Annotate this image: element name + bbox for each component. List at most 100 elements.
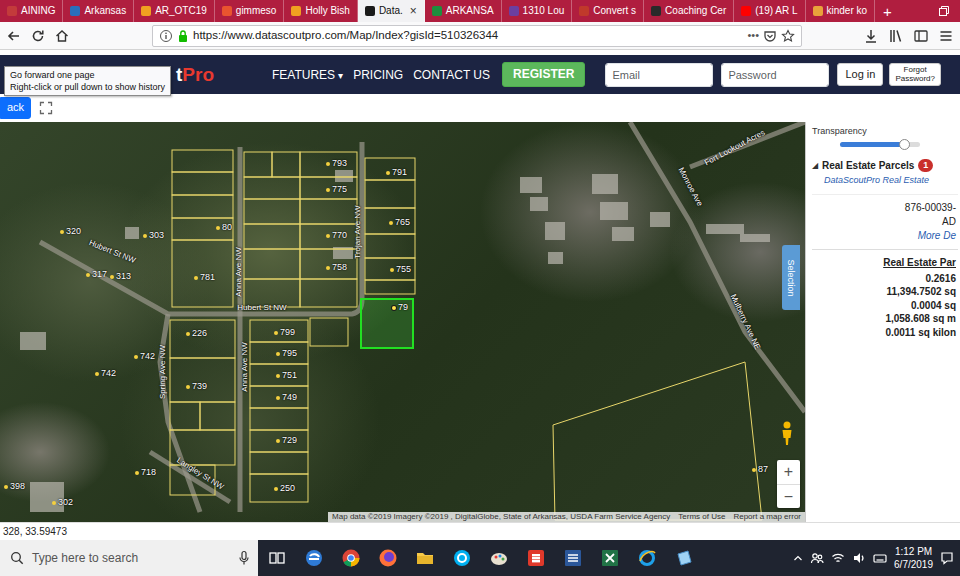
more-details-link[interactable]: More De xyxy=(812,229,956,243)
back-arrow-icon[interactable] xyxy=(6,28,22,44)
parcel-label[interactable]: 791 xyxy=(386,167,407,178)
parcel-label[interactable]: 226 xyxy=(186,328,207,339)
show-hidden-icons-icon[interactable] xyxy=(793,553,803,563)
parcel-label[interactable]: 758 xyxy=(326,262,347,273)
forgot-password-button[interactable]: ForgotPassword? xyxy=(889,63,941,87)
network-icon[interactable] xyxy=(831,551,845,565)
notes-app-icon[interactable] xyxy=(674,548,694,568)
layer-header[interactable]: ◢Real Estate Parcels1 xyxy=(812,159,958,172)
parcel-label[interactable]: 793 xyxy=(326,158,347,169)
sidebar-icon[interactable] xyxy=(913,28,929,44)
login-button[interactable]: Log in xyxy=(837,63,883,86)
parcel-label[interactable]: 303 xyxy=(143,230,164,241)
people-icon[interactable] xyxy=(810,551,824,565)
browser-tab[interactable]: Holly Bish xyxy=(284,0,357,22)
parcel-label[interactable]: 729 xyxy=(276,435,297,446)
word-icon[interactable] xyxy=(563,548,583,568)
browser-tab[interactable]: (19) AR L xyxy=(734,0,805,22)
browser-tab[interactable]: AINING xyxy=(0,0,63,22)
transparency-slider[interactable] xyxy=(840,142,920,147)
layer-source-link[interactable]: DataScoutPro Real Estate xyxy=(812,174,958,186)
selection-tab[interactable]: Selection xyxy=(782,245,800,310)
taskbar-app[interactable] xyxy=(591,540,628,576)
taskbar-app[interactable] xyxy=(295,540,332,576)
parcel-label[interactable]: 739 xyxy=(186,381,207,392)
taskbar-app[interactable] xyxy=(443,540,480,576)
red-app-icon[interactable] xyxy=(526,548,546,568)
fullscreen-icon[interactable] xyxy=(39,101,53,115)
taskbar-app[interactable] xyxy=(406,540,443,576)
file-explorer-icon[interactable] xyxy=(415,548,435,568)
browser-tab[interactable]: ARKANSA xyxy=(425,0,502,22)
browser-tab[interactable]: 1310 Lou xyxy=(502,0,573,22)
nav-link[interactable]: FEATURES▾ xyxy=(272,68,343,82)
parcel-label[interactable]: 87 xyxy=(752,464,768,475)
parcel-label[interactable]: 250 xyxy=(274,483,295,494)
browser-tab[interactable]: AR_OTC19 xyxy=(134,0,215,22)
parcel-label[interactable]: 80 xyxy=(216,222,232,233)
parcel-label[interactable]: 317 xyxy=(86,269,107,280)
register-button[interactable]: REGISTER xyxy=(502,62,585,88)
microphone-icon[interactable] xyxy=(238,550,250,566)
password-input[interactable] xyxy=(721,63,829,87)
download-icon[interactable] xyxy=(863,28,879,44)
zoom-in-button[interactable]: + xyxy=(777,460,800,484)
menu-icon[interactable] xyxy=(938,28,954,44)
taskbar-app[interactable] xyxy=(332,540,369,576)
paint-icon[interactable] xyxy=(489,548,509,568)
parcel-label[interactable]: 320 xyxy=(60,226,81,237)
skype-icon[interactable] xyxy=(452,548,472,568)
tab-close-button[interactable]: × xyxy=(410,5,417,17)
email-input[interactable] xyxy=(605,63,713,87)
parcel-label[interactable]: 398 xyxy=(4,481,25,492)
nav-link[interactable]: CONTACT US xyxy=(413,68,490,82)
restore-window-icon[interactable] xyxy=(938,5,950,17)
taskbar-app[interactable] xyxy=(628,540,665,576)
browser-tab[interactable]: Arkansas xyxy=(63,0,134,22)
parcel-label[interactable]: 313 xyxy=(110,271,131,282)
parcel-label[interactable]: 770 xyxy=(326,230,347,241)
zoom-out-button[interactable]: − xyxy=(777,484,800,508)
parcel-label[interactable]: 302 xyxy=(52,497,73,508)
chrome-browser-icon[interactable] xyxy=(341,548,361,568)
back-button[interactable]: ack xyxy=(0,97,31,118)
browser-tab[interactable]: kinder ko xyxy=(806,0,876,22)
taskbar-search-box[interactable]: Type here to search xyxy=(0,540,258,576)
library-icon[interactable] xyxy=(888,28,904,44)
page-actions-button[interactable]: ••• xyxy=(747,27,759,44)
reload-icon[interactable] xyxy=(30,28,46,44)
parcel-label[interactable]: 749 xyxy=(276,392,297,403)
new-tab-button[interactable]: + xyxy=(875,0,900,22)
map[interactable]: 320 303 317313 742 742 226 739 718 398 302 781 80 79… xyxy=(0,122,805,522)
taskbar-app[interactable] xyxy=(554,540,591,576)
clock[interactable]: 1:12 PM6/7/2019 xyxy=(894,545,933,571)
parcel-label[interactable]: 799 xyxy=(274,327,295,338)
parcel-label[interactable]: 795 xyxy=(276,348,297,359)
parcel-label[interactable]: 755 xyxy=(390,264,411,275)
pocket-icon[interactable] xyxy=(763,29,777,43)
taskbar-app[interactable] xyxy=(258,540,295,576)
taskbar-app[interactable] xyxy=(369,540,406,576)
notifications-icon[interactable] xyxy=(940,551,954,565)
parcel-label[interactable]: 718 xyxy=(135,467,156,478)
bookmark-star-icon[interactable] xyxy=(781,29,795,43)
parcel-label[interactable]: 751 xyxy=(276,370,297,381)
internet-explorer-icon[interactable] xyxy=(637,548,657,568)
attribution-item[interactable]: Terms of Use xyxy=(678,512,725,522)
excel-icon[interactable] xyxy=(600,548,620,568)
attribution-item[interactable]: Report a map error xyxy=(733,512,801,522)
nav-link[interactable]: PRICING xyxy=(353,68,403,82)
parcel-label[interactable]: 781 xyxy=(194,272,215,283)
task-view-icon[interactable] xyxy=(267,548,287,568)
browser-tab[interactable]: Coaching Cer xyxy=(644,0,734,22)
edge-browser-icon[interactable] xyxy=(304,548,324,568)
parcel-label[interactable]: 765 xyxy=(389,217,410,228)
browser-tab[interactable]: Convert s xyxy=(572,0,644,22)
parcel-label[interactable]: 742 xyxy=(95,368,116,379)
url-field[interactable]: https://www.datascoutpro.com/Map/Index?g… xyxy=(152,25,802,47)
taskbar-app[interactable] xyxy=(517,540,554,576)
home-icon[interactable] xyxy=(54,28,70,44)
street-view-pegman-icon[interactable] xyxy=(779,420,795,446)
info-icon[interactable] xyxy=(159,29,173,43)
parcel-label[interactable]: 742 xyxy=(134,351,155,362)
